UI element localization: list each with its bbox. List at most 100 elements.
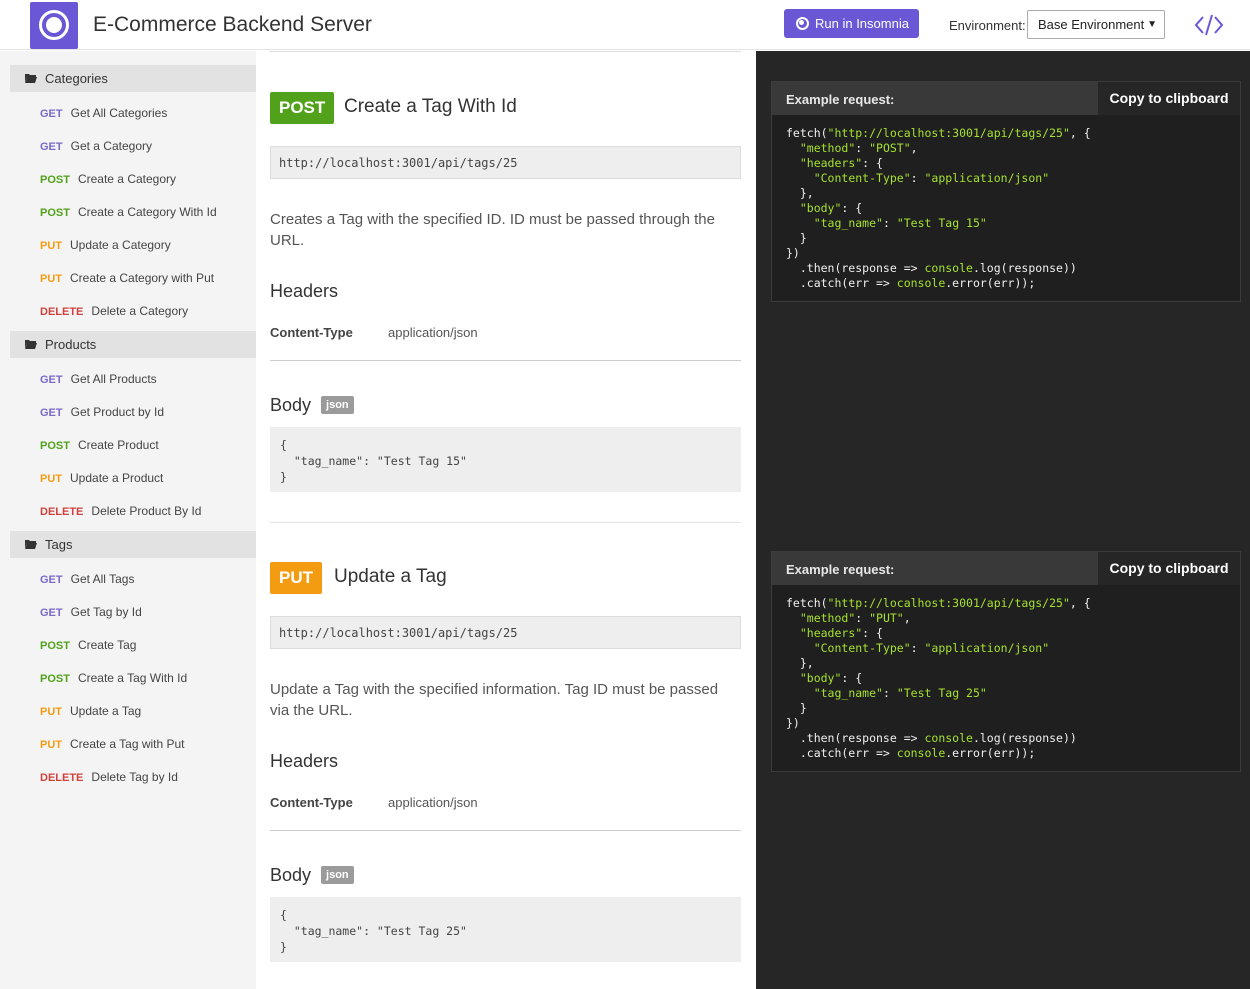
sidebar-item[interactable]: POST Create a Category xyxy=(40,172,176,186)
sidebar-group-label: Products xyxy=(45,337,97,352)
sidebar-group-categories[interactable]: Categories xyxy=(10,65,256,92)
endpoint-title: Create a Tag With Id xyxy=(344,96,517,117)
run-button-label: Run in Insomnia xyxy=(815,16,909,31)
sidebar-item[interactable]: GET Get Tag by Id xyxy=(40,605,142,619)
sidebar-item[interactable]: PUT Create a Category with Put xyxy=(40,271,214,285)
code-panel: Example request: Copy to clipboard fetch… xyxy=(756,51,1250,989)
sidebar-item[interactable]: POST Create a Category With Id xyxy=(40,205,217,219)
sidebar-group-products[interactable]: Products xyxy=(10,331,256,358)
environment-select[interactable]: Base Environment ▼ xyxy=(1027,10,1165,39)
sidebar-group-label: Tags xyxy=(45,537,73,552)
sidebar-item-label: Update a Product xyxy=(70,471,164,485)
example-header: Example request: Copy to clipboard xyxy=(772,552,1240,585)
example-request: Example request: Copy to clipboard fetch… xyxy=(771,81,1241,302)
example-header: Example request: Copy to clipboard xyxy=(772,82,1240,115)
sidebar-item-label: Get All Products xyxy=(70,372,157,386)
sidebar-item[interactable]: POST Create Tag xyxy=(40,638,136,652)
json-badge: json xyxy=(321,866,354,884)
sidebar-item-label: Get All Categories xyxy=(70,106,168,120)
sidebar-item[interactable]: GET Get All Tags xyxy=(40,572,134,586)
sidebar-item-label: Create Tag xyxy=(77,638,137,652)
endpoint-title: Update a Tag xyxy=(334,566,447,587)
sidebar-item-label: Delete Tag by Id xyxy=(91,770,178,784)
copy-to-clipboard-button[interactable]: Copy to clipboard xyxy=(1098,552,1240,585)
endpoint-description: Creates a Tag with the specified ID. ID … xyxy=(270,211,715,249)
sidebar-item[interactable]: GET Get All Categories xyxy=(40,106,167,120)
method-label: POST xyxy=(40,207,70,219)
sidebar-item-label: Create a Category with Put xyxy=(70,271,215,285)
method-label: GET xyxy=(40,574,63,586)
code-tag-name: "Test Tag 25" xyxy=(896,686,987,700)
sidebar-item[interactable]: POST Create a Tag With Id xyxy=(40,671,187,685)
folder-open-icon xyxy=(25,74,37,83)
method-label: GET xyxy=(40,374,63,386)
body-heading: Body json xyxy=(270,395,354,416)
sidebar-item-label: Create a Tag With Id xyxy=(77,671,188,685)
endpoint-url[interactable]: http://localhost:3001/api/tags/25 xyxy=(270,146,741,179)
example-code: fetch("http://localhost:3001/api/tags/25… xyxy=(786,596,1091,760)
endpoint-description: Update a Tag with the specified informat… xyxy=(270,681,719,719)
example-code: fetch("http://localhost:3001/api/tags/25… xyxy=(786,126,1091,290)
method-label: DELETE xyxy=(40,772,84,784)
method-label: PUT xyxy=(40,240,62,252)
sidebar-item-label: Create a Category xyxy=(77,172,177,186)
copy-to-clipboard-button[interactable]: Copy to clipboard xyxy=(1098,82,1240,115)
sidebar-item[interactable]: PUT Update a Tag xyxy=(40,704,141,718)
header-value: application/json xyxy=(388,795,478,810)
sidebar-item[interactable]: GET Get Product by Id xyxy=(40,405,164,419)
example-request: Example request: Copy to clipboard fetch… xyxy=(771,551,1241,772)
headers-heading: Headers xyxy=(270,281,339,301)
code-toggle-icon[interactable] xyxy=(1194,13,1224,37)
divider xyxy=(270,522,741,523)
sidebar-item-label: Delete Product By Id xyxy=(91,504,202,518)
insomnia-logo-icon xyxy=(30,2,78,49)
header-value: application/json xyxy=(388,325,478,340)
sidebar-item-label: Get Tag by Id xyxy=(70,605,142,619)
example-label: Example request: xyxy=(786,562,895,577)
sidebar-item[interactable]: PUT Update a Category xyxy=(40,238,171,252)
main-content: POST Create a Tag With Id http://localho… xyxy=(256,51,756,989)
sidebar-group-tags[interactable]: Tags xyxy=(10,531,256,558)
sidebar-item-label: Create Product xyxy=(77,438,159,452)
body-heading: Body json xyxy=(270,865,354,886)
endpoint-url[interactable]: http://localhost:3001/api/tags/25 xyxy=(270,616,741,649)
sidebar-item[interactable]: GET Get All Products xyxy=(40,372,157,386)
body-heading-label: Body xyxy=(270,865,312,885)
sidebar-item-label: Create a Category With Id xyxy=(77,205,217,219)
sidebar-item[interactable]: PUT Update a Product xyxy=(40,471,163,485)
sidebar-item-label: Update a Category xyxy=(70,238,171,252)
method-label: POST xyxy=(40,640,70,652)
sidebar-item[interactable]: DELETE Delete Product By Id xyxy=(40,504,201,518)
sidebar-item[interactable]: GET Get a Category xyxy=(40,139,152,153)
method-label: DELETE xyxy=(40,506,84,518)
header-key: Content-Type xyxy=(270,795,353,810)
divider xyxy=(270,830,741,831)
method-label: GET xyxy=(40,141,63,153)
sidebar-item-label: Update a Tag xyxy=(70,704,142,718)
environment-value: Base Environment xyxy=(1038,17,1145,32)
method-label: POST xyxy=(40,174,70,186)
code-url: "http://localhost:3001/api/tags/25" xyxy=(827,126,1070,140)
method-label: GET xyxy=(40,108,63,120)
divider xyxy=(270,360,741,361)
request-body: { "tag_name": "Test Tag 15" } xyxy=(270,427,741,492)
divider xyxy=(270,51,741,52)
sidebar-item[interactable]: DELETE Delete Tag by Id xyxy=(40,770,178,784)
app-title: E-Commerce Backend Server xyxy=(93,13,372,36)
sidebar-item[interactable]: DELETE Delete a Category xyxy=(40,304,188,318)
sidebar-item-label: Get All Tags xyxy=(70,572,135,586)
sidebar-item[interactable]: POST Create Product xyxy=(40,438,159,452)
sidebar-item-label: Get a Category xyxy=(70,139,152,153)
folder-open-icon xyxy=(25,340,37,349)
method-label: PUT xyxy=(40,473,62,485)
method-label: DELETE xyxy=(40,306,84,318)
environment-label: Environment: xyxy=(949,18,1026,33)
method-badge-post: POST xyxy=(270,92,335,124)
sidebar-item[interactable]: PUT Create a Tag with Put xyxy=(40,737,185,751)
run-in-insomnia-button[interactable]: Run in Insomnia xyxy=(784,9,919,38)
method-label: PUT xyxy=(40,706,62,718)
request-body: { "tag_name": "Test Tag 25" } xyxy=(270,897,741,962)
code-method: "PUT" xyxy=(869,611,904,625)
folder-open-icon xyxy=(25,540,37,549)
method-label: GET xyxy=(40,407,63,419)
